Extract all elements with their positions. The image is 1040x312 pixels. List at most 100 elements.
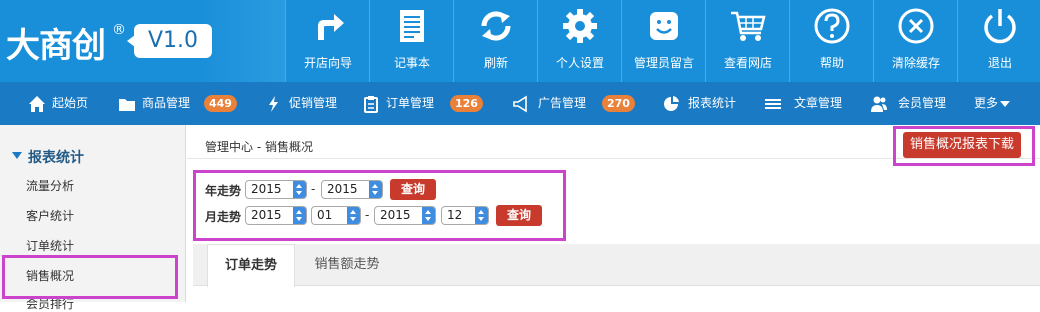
month-to-year-select[interactable]: 2015 [374,206,436,225]
breadcrumb-separator: - [253,140,265,154]
shopping-cart-icon [731,11,766,41]
breadcrumb-root[interactable]: 管理中心 [205,140,253,154]
tool-shop-guide[interactable]: 开店向导 [285,0,369,82]
year-from-select[interactable]: 2015 [245,180,307,199]
nav-label: 广告管理 [538,96,587,110]
pie-chart-icon [664,96,679,111]
tool-label: 个人设置 [555,56,604,70]
sidebar-item-customers[interactable]: 客户统计 [26,207,74,224]
breadcrumb-current: 销售概况 [264,140,313,154]
brand-name: 大商创 [6,26,106,66]
tool-label: 记事本 [393,56,430,70]
tool-label: 帮助 [819,56,844,70]
tab-sales-trend[interactable]: 销售额走势 [297,244,397,287]
sidebar-item-traffic[interactable]: 流量分析 [26,177,74,194]
tool-label: 清除缓存 [891,56,940,70]
registered-mark: ® [112,22,126,38]
nav-item-articles[interactable]: 文章管理 [764,82,848,125]
tool-label: 开店向导 [303,56,352,70]
home-icon [29,96,45,112]
year-query-button[interactable]: 查询 [390,179,436,200]
tool-label: 管理员留言 [633,56,694,70]
folder-icon [119,99,135,111]
nav-item-ads[interactable]: 广告管理 270 [512,82,640,125]
range-separator: - [311,182,316,196]
month-from-month-select[interactable]: 01 [311,206,361,225]
select-arrow-icon [347,207,360,224]
megaphone-icon [513,95,527,113]
nav-label: 更多 [974,96,999,110]
chart-tabs: 订单走势 销售额走势 [193,244,1040,287]
nav-item-reports[interactable]: 报表统计 [662,82,740,125]
tool-label: 退出 [987,56,1012,70]
tool-refresh[interactable]: 刷新 [453,0,537,82]
range-separator: - [365,208,370,222]
select-arrow-icon [475,207,488,224]
sidebar-section-title[interactable]: 报表统计 [28,147,84,167]
nav-label: 报表统计 [688,96,737,110]
tab-order-trend[interactable]: 订单走势 [207,244,295,287]
select-arrow-icon [293,207,306,224]
gear-icon [563,9,597,43]
top-header: 大商创 ® V1.0 开店向导 记事本 刷新 个人设置 管理员留言 查看网店 帮… [0,0,1040,82]
help-icon [814,8,850,44]
select-value: 2015 [251,182,282,196]
sidebar-item-orders[interactable]: 订单统计 [26,237,74,254]
year-trend-label: 年走势 [205,184,242,198]
nav-label: 订单管理 [386,96,435,110]
users-icon [871,96,887,112]
clear-cache-icon [898,8,934,44]
nav-item-members[interactable]: 会员管理 [870,82,952,125]
month-from-year-select[interactable]: 2015 [245,206,307,225]
caret-down-icon [1000,101,1010,107]
refresh-icon [481,11,511,41]
power-icon [984,9,1016,44]
select-value: 12 [447,208,463,222]
month-query-button[interactable]: 查询 [496,205,542,226]
count-badge: 126 [450,95,483,112]
lightning-icon [269,96,278,112]
tool-help[interactable]: 帮助 [789,0,873,82]
share-arrow-icon [318,14,344,40]
select-value: 01 [317,208,333,222]
month-trend-label: 月走势 [205,210,242,224]
tool-notepad[interactable]: 记事本 [369,0,453,82]
clipboard-icon [364,96,378,113]
month-to-month-select[interactable]: 12 [441,206,489,225]
tool-personal-settings[interactable]: 个人设置 [537,0,621,82]
nav-item-more[interactable]: 更多 [974,82,1018,125]
year-to-select[interactable]: 2015 [321,180,383,199]
select-arrow-icon [422,207,435,224]
highlight-frame [2,255,178,299]
brand-logo[interactable]: 大商创 ® V1.0 [0,0,285,82]
nav-label: 文章管理 [794,96,843,110]
nav-item-home[interactable]: 起始页 [28,82,96,125]
tool-clear-cache[interactable]: 清除缓存 [873,0,957,82]
notepad-icon [400,10,424,42]
select-value: 2015 [380,208,411,222]
smiley-message-icon [650,12,678,40]
select-arrow-icon [369,181,382,198]
nav-label: 会员管理 [898,96,947,110]
tool-label: 刷新 [483,56,508,70]
nav-label: 商品管理 [142,96,191,110]
select-arrow-icon [293,181,306,198]
tool-logout[interactable]: 退出 [957,0,1040,82]
nav-item-orders[interactable]: 订单管理 126 [362,82,488,125]
tool-admin-message[interactable]: 管理员留言 [621,0,705,82]
download-report-button[interactable]: 销售概况报表下载 [903,132,1021,158]
tool-view-shop[interactable]: 查看网店 [705,0,789,82]
count-badge: 449 [204,95,237,112]
select-value: 2015 [327,182,358,196]
nav-item-promotion[interactable]: 促销管理 [265,82,345,125]
main-nav: 起始页 商品管理 449 促销管理 订单管理 126 广告管理 270 报表统计… [0,82,1040,125]
count-badge: 270 [602,95,635,112]
nav-label: 促销管理 [289,96,338,110]
select-value: 2015 [251,208,282,222]
tool-label: 查看网店 [723,56,772,70]
breadcrumb: 管理中心 - 销售概况 [205,138,313,155]
nav-item-goods[interactable]: 商品管理 449 [118,82,243,125]
expand-caret-icon [12,152,22,159]
nav-label: 起始页 [52,96,89,110]
version-badge: V1.0 [127,24,212,58]
